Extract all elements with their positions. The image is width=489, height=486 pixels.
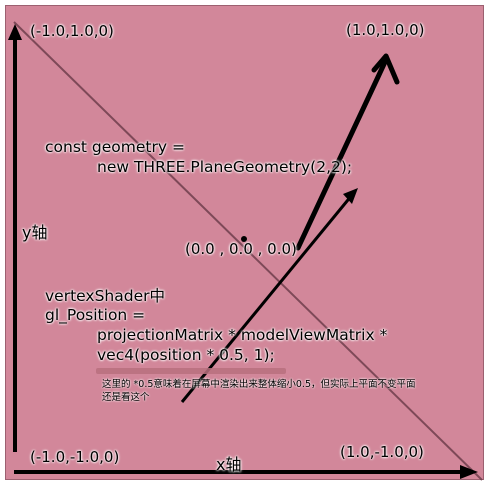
x-axis-label: x轴 <box>216 455 242 474</box>
y-axis-label: y轴 <box>22 223 48 242</box>
code-shader-line4: vec4(position * 0.5, 1); <box>97 346 275 364</box>
code-shader-line1: vertexShader中 <box>45 287 166 305</box>
corner-bottom-left-label: (-1.0,-1.0,0) <box>30 448 120 466</box>
code-shader-line2: gl_Position = <box>45 306 146 324</box>
code-geometry-line1: const geometry = <box>45 138 185 156</box>
corner-bottom-right-label: (1.0,-1.0,0) <box>340 443 424 461</box>
code-shader-line3: projectionMatrix * modelViewMatrix * <box>97 326 388 344</box>
corner-top-left-label: (-1.0,1.0,0) <box>30 22 114 40</box>
highlight-underline <box>96 368 286 374</box>
annotation-note: 这里的 *0.5意味着在屏幕中渲染出来整体缩小0.5，但实际上平面不变平面还是看… <box>102 379 416 403</box>
center-label: (0.0 , 0.0 , 0.0) <box>185 240 297 258</box>
code-geometry-line2: new THREE.PlaneGeometry(2,2); <box>97 158 353 176</box>
diagram-canvas: (-1.0,1.0,0) (1.0,1.0,0) (-1.0,-1.0,0) (… <box>0 0 489 486</box>
corner-top-right-label: (1.0,1.0,0) <box>346 21 425 39</box>
arrow-to-top-right <box>295 59 388 251</box>
